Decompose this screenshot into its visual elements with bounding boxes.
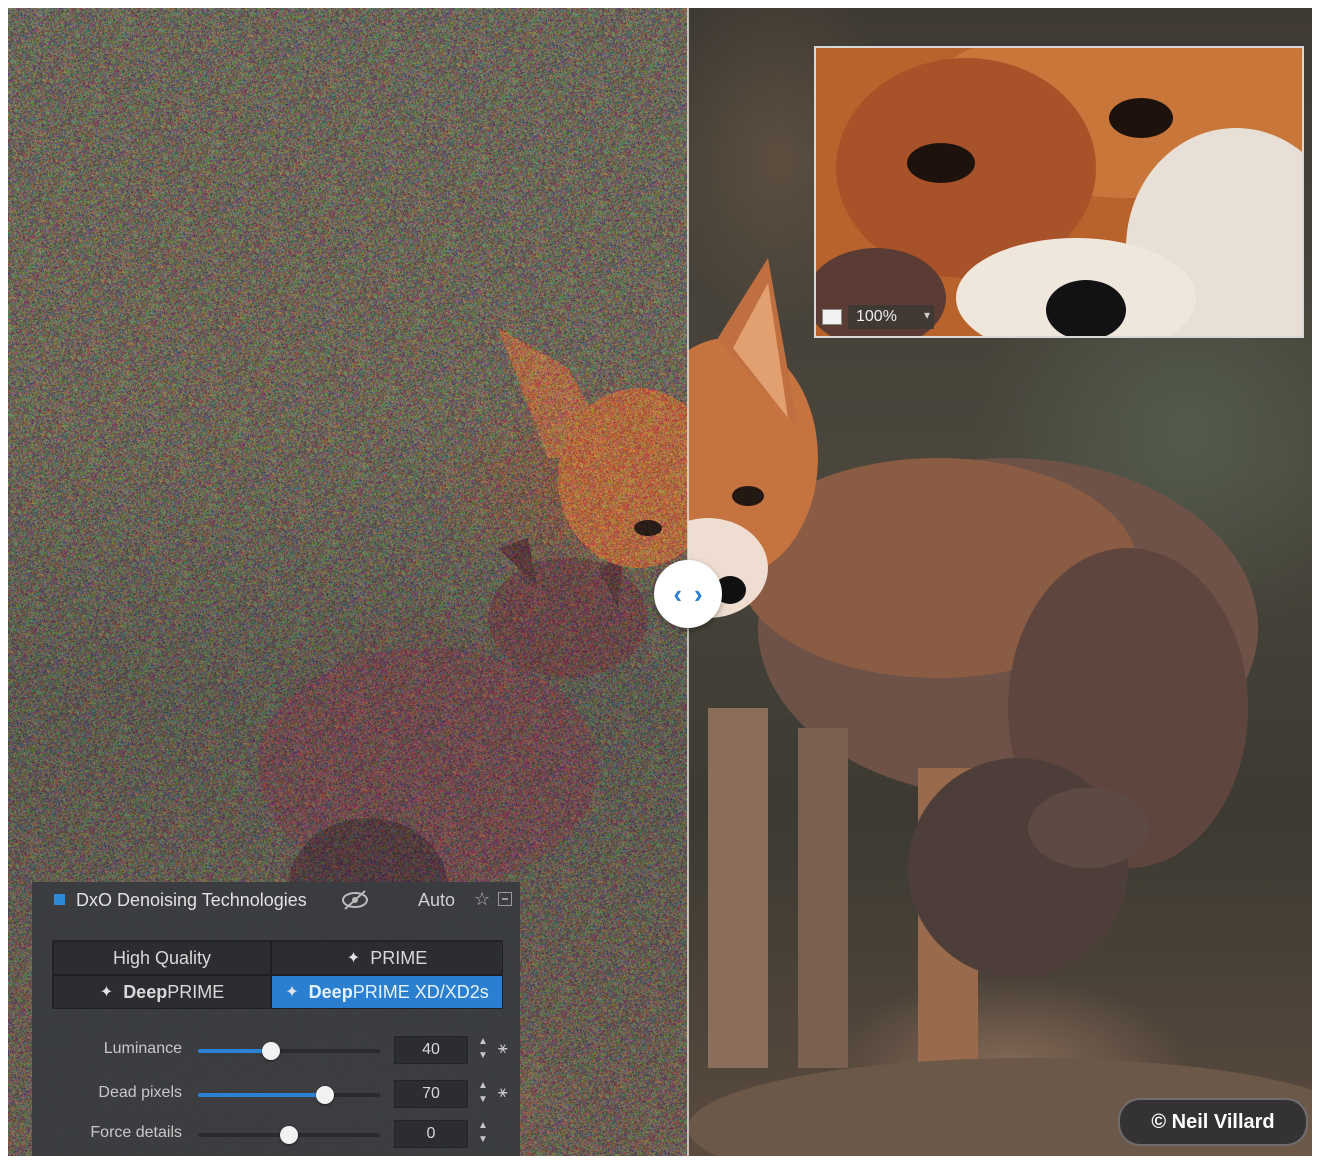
auto-button[interactable]: Auto bbox=[418, 890, 455, 911]
sparkle-icon: ✦ bbox=[285, 984, 299, 1001]
stepper-icon[interactable]: ▲ ▼ bbox=[476, 1119, 490, 1149]
magic-wand-icon[interactable]: ⚹ bbox=[498, 1084, 508, 1102]
force-details-value-field[interactable]: 0 bbox=[394, 1120, 468, 1148]
dead-pixels-row: Dead pixels 70 ▲ ▼ ⚹ bbox=[32, 1078, 520, 1110]
method-label: PRIME bbox=[370, 947, 428, 968]
photo-credit: © Neil Villard bbox=[1118, 1098, 1308, 1146]
stepper-icon[interactable]: ▲ ▼ bbox=[476, 1079, 490, 1109]
method-label-rest: PRIME bbox=[167, 981, 225, 1002]
panel-header: DxO Denoising Technologies Auto ☆ bbox=[32, 882, 520, 918]
loupe-toolbar: 100% ▾ bbox=[822, 304, 934, 330]
slider-fill bbox=[198, 1049, 271, 1053]
stepper-icon[interactable]: ▲ ▼ bbox=[476, 1035, 490, 1065]
magic-wand-icon[interactable]: ⚹ bbox=[498, 1040, 508, 1058]
method-deepprime-xd-button[interactable]: ✦ Deep PRIME XD/XD2s bbox=[271, 975, 503, 1009]
panel-enable-toggle[interactable] bbox=[54, 894, 65, 905]
method-label: High Quality bbox=[112, 947, 212, 968]
loupe-zoom-select[interactable]: 100% ▾ bbox=[848, 305, 934, 329]
chevron-left-icon: ‹ bbox=[673, 579, 682, 609]
slider-label: Force details bbox=[90, 1124, 182, 1141]
force-details-slider[interactable] bbox=[198, 1126, 380, 1144]
luminance-row: Luminance 40 ▲ ▼ ⚹ bbox=[32, 1034, 520, 1066]
slider-knob[interactable] bbox=[280, 1126, 298, 1144]
eye-slash-icon[interactable] bbox=[340, 889, 370, 911]
method-high-quality-button[interactable]: High Quality bbox=[53, 941, 271, 975]
method-deepprime-button[interactable]: ✦ Deep PRIME bbox=[53, 975, 271, 1009]
slider-fill bbox=[198, 1093, 326, 1097]
slider-knob[interactable] bbox=[261, 1042, 280, 1060]
denoise-method-selector: High Quality ✦ PRIME ✦ Deep PRIME ✦ Deep P… bbox=[52, 940, 503, 1009]
panel-title: DxO Denoising Technologies bbox=[76, 890, 307, 910]
method-label-deep: Deep bbox=[123, 981, 168, 1002]
star-icon[interactable]: ☆ bbox=[474, 889, 490, 910]
slider-label: Dead pixels bbox=[98, 1084, 182, 1101]
loupe-preview[interactable]: 100% ▾ bbox=[814, 46, 1304, 338]
photo-viewer: ‹ › 100% ▾ © Neil Villard DxO Denoising … bbox=[8, 8, 1312, 1156]
method-prime-button[interactable]: ✦ PRIME bbox=[271, 941, 503, 975]
luminance-value-field[interactable]: 40 bbox=[394, 1036, 468, 1064]
dead-pixels-value-field[interactable]: 70 bbox=[394, 1080, 468, 1108]
loupe-color-swatch[interactable] bbox=[822, 309, 842, 325]
force-details-row: Force details 0 ▲ ▼ bbox=[32, 1118, 520, 1150]
panel-menu-icon[interactable] bbox=[498, 892, 512, 906]
loupe-zoom-value: 100% bbox=[856, 308, 897, 325]
chevron-down-icon: ▾ bbox=[923, 308, 930, 322]
sparkle-icon: ✦ bbox=[346, 950, 361, 967]
method-label-deep: Deep bbox=[308, 981, 353, 1002]
slider-label: Luminance bbox=[103, 1040, 182, 1057]
sparkle-icon: ✦ bbox=[99, 984, 114, 1001]
luminance-slider[interactable] bbox=[198, 1042, 380, 1060]
chevron-right-icon: › bbox=[694, 579, 703, 609]
slider-knob[interactable] bbox=[316, 1086, 335, 1104]
compare-slider-handle[interactable]: ‹ › bbox=[654, 560, 722, 628]
dead-pixels-slider[interactable] bbox=[198, 1086, 380, 1104]
denoising-panel: DxO Denoising Technologies Auto ☆ High Q… bbox=[32, 882, 520, 1156]
method-label-rest: PRIME XD/XD2s bbox=[352, 981, 489, 1002]
loupe-fox-closeup bbox=[816, 48, 1302, 336]
